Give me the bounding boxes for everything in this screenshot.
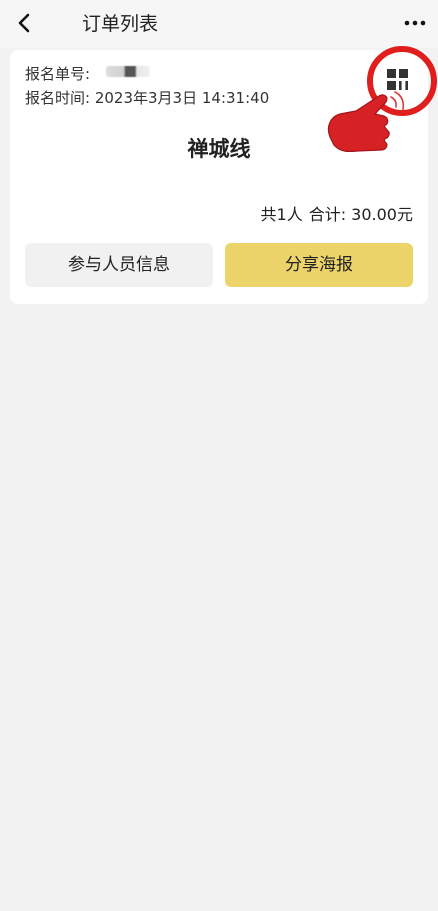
share-poster-button[interactable]: 分享海报 [225, 243, 413, 287]
order-time-value: 2023年3月3日 14:31:40 [94, 89, 270, 107]
qr-code-icon[interactable] [383, 65, 413, 95]
order-summary: 共1人 合计: 30.00元 [261, 204, 413, 226]
order-number-label: 报名单号: [25, 65, 91, 83]
participant-count: 共1人 [260, 205, 303, 224]
order-total: 合计: 30.00元 [308, 205, 413, 224]
order-number-redacted [106, 66, 151, 77]
order-time-row: 报名时间: 2023年3月3日 14:31:40 [25, 88, 269, 108]
order-card: 报名单号: 报名时间: 2023年3月3日 14:31:40 禅城线 共1人 合计… [10, 50, 428, 304]
activity-title: 禅城线 [187, 137, 251, 161]
page-title: 订单列表 [82, 13, 159, 35]
chevron-left-icon[interactable] [14, 11, 36, 35]
order-number-row: 报名单号: [25, 64, 151, 84]
participants-info-button[interactable]: 参与人员信息 [25, 243, 213, 287]
more-horizontal-icon[interactable] [402, 12, 428, 34]
order-time-label: 报名时间: [25, 89, 91, 107]
navigation-bar: 订单列表 [0, 0, 438, 48]
